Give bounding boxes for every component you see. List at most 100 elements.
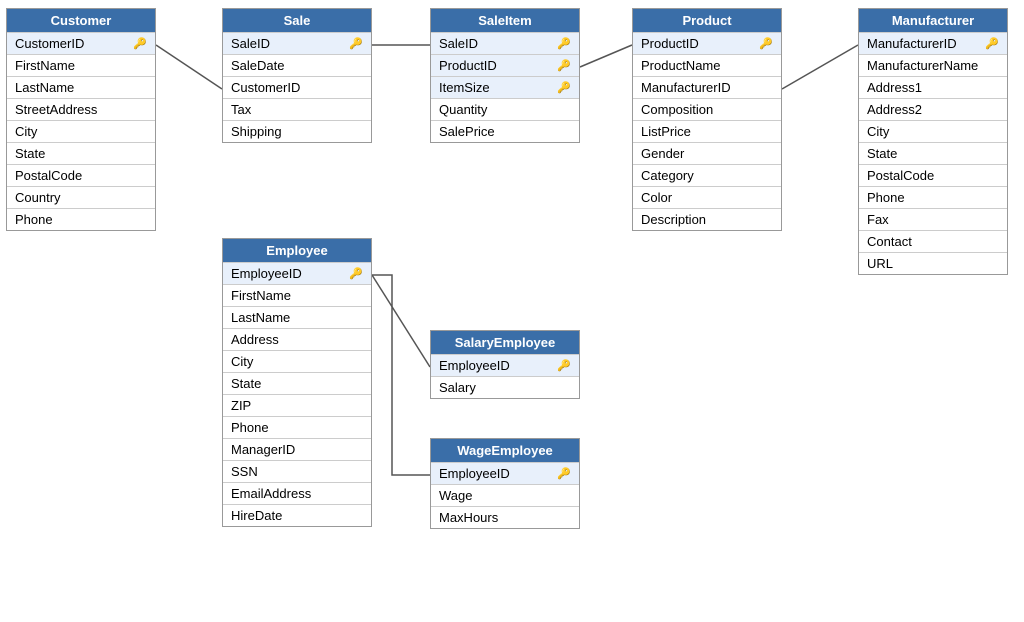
primary-key-icon: 🔑 [759, 37, 773, 50]
field-name: Phone [231, 420, 269, 435]
field-name: SSN [231, 464, 258, 479]
field-name: Color [641, 190, 672, 205]
table-salaryemployee: SalaryEmployee EmployeeID 🔑 Salary [430, 330, 580, 399]
field-name: PostalCode [867, 168, 934, 183]
field-row-country: Country [7, 186, 155, 208]
field-row-shipping: Shipping [223, 120, 371, 142]
table-customer: CustomerCustomerID🔑FirstNameLastNameStre… [6, 8, 156, 231]
field-row-saleid: SaleID 🔑 [223, 32, 371, 54]
field-row-color: Color [633, 186, 781, 208]
field-name: City [231, 354, 253, 369]
field-name: SaleID [439, 36, 478, 51]
field-name: Quantity [439, 102, 487, 117]
field-row-saleid: SaleID🔑 [431, 32, 579, 54]
field-row-manufacturername: ManufacturerName [859, 54, 1007, 76]
field-name: Address2 [867, 102, 922, 117]
field-row-customerid: CustomerID [223, 76, 371, 98]
field-name: State [231, 376, 261, 391]
primary-key-icon: 🔑 [349, 37, 363, 50]
field-row-zip: ZIP [223, 394, 371, 416]
field-row-hiredate: HireDate [223, 504, 371, 526]
field-name: Salary [439, 380, 476, 395]
primary-key-icon: 🔑 [557, 359, 571, 372]
table-header-wageemployee: WageEmployee [431, 439, 579, 462]
field-row-emailaddress: EmailAddress [223, 482, 371, 504]
field-row-employeeid: EmployeeID 🔑 [431, 354, 579, 376]
table-wageemployee: WageEmployeeEmployeeID🔑WageMaxHours [430, 438, 580, 529]
field-row-composition: Composition [633, 98, 781, 120]
field-name: ManufacturerName [867, 58, 978, 73]
field-name: StreetAddress [15, 102, 97, 117]
table-manufacturer: ManufacturerManufacturerID🔑ManufacturerN… [858, 8, 1008, 275]
field-row-contact: Contact [859, 230, 1007, 252]
field-name: URL [867, 256, 893, 271]
field-row-city: City [859, 120, 1007, 142]
field-row-streetaddress: StreetAddress [7, 98, 155, 120]
primary-key-icon: 🔑 [557, 467, 571, 480]
table-header-customer: Customer [7, 9, 155, 32]
field-row-description: Description [633, 208, 781, 230]
field-name: ProductID [439, 58, 497, 73]
table-header-saleitem: SaleItem [431, 9, 579, 32]
field-name: SalePrice [439, 124, 495, 139]
field-name: EmployeeID [439, 466, 510, 481]
field-row-manufacturerid: ManufacturerID 🔑 [859, 32, 1007, 54]
field-name: Gender [641, 146, 684, 161]
field-name: Country [15, 190, 61, 205]
field-name: FirstName [15, 58, 75, 73]
field-row-phone: Phone [223, 416, 371, 438]
field-name: Tax [231, 102, 251, 117]
field-name: Fax [867, 212, 889, 227]
field-name: FirstName [231, 288, 291, 303]
field-name: ZIP [231, 398, 251, 413]
field-row-city: City [223, 350, 371, 372]
field-name: ManufacturerID [641, 80, 731, 95]
field-name: ItemSize [439, 80, 490, 95]
field-name: ManagerID [231, 442, 295, 457]
field-row-quantity: Quantity [431, 98, 579, 120]
field-row-productid: ProductID🔑 [431, 54, 579, 76]
field-name: ListPrice [641, 124, 691, 139]
field-name: ProductID [641, 36, 699, 51]
field-row-managerid: ManagerID [223, 438, 371, 460]
table-product: ProductProductID🔑ProductNameManufacturer… [632, 8, 782, 231]
field-name: Wage [439, 488, 472, 503]
field-name: CustomerID [231, 80, 300, 95]
field-name: Category [641, 168, 694, 183]
field-row-ssn: SSN [223, 460, 371, 482]
field-row-lastname: LastName [7, 76, 155, 98]
field-name: State [867, 146, 897, 161]
table-header-sale: Sale [223, 9, 371, 32]
field-name: LastName [15, 80, 74, 95]
field-row-tax: Tax [223, 98, 371, 120]
field-row-state: State [223, 372, 371, 394]
field-row-manufacturerid: ManufacturerID [633, 76, 781, 98]
field-row-listprice: ListPrice [633, 120, 781, 142]
field-name: Address [231, 332, 279, 347]
field-name: City [867, 124, 889, 139]
field-name: SaleID [231, 36, 270, 51]
field-name: State [15, 146, 45, 161]
field-row-employeeid: EmployeeID🔑 [223, 262, 371, 284]
primary-key-icon: 🔑 [985, 37, 999, 50]
table-employee: EmployeeEmployeeID🔑FirstNameLastNameAddr… [222, 238, 372, 527]
field-row-state: State [859, 142, 1007, 164]
field-row-productid: ProductID 🔑 [633, 32, 781, 54]
field-row-phone: Phone [7, 208, 155, 230]
field-name: CustomerID [15, 36, 84, 51]
field-name: SaleDate [231, 58, 284, 73]
field-name: ManufacturerID [867, 36, 957, 51]
field-name: LastName [231, 310, 290, 325]
field-row-lastname: LastName [223, 306, 371, 328]
table-sale: Sale SaleID 🔑 SaleDate CustomerID Tax Shipping [222, 8, 372, 143]
field-name: EmployeeID [439, 358, 510, 373]
field-name: Shipping [231, 124, 282, 139]
field-name: City [15, 124, 37, 139]
field-row-postalcode: PostalCode [859, 164, 1007, 186]
field-name: HireDate [231, 508, 282, 523]
field-row-category: Category [633, 164, 781, 186]
field-row-productname: ProductName [633, 54, 781, 76]
field-row-address1: Address1 [859, 76, 1007, 98]
table-header-salaryemployee: SalaryEmployee [431, 331, 579, 354]
field-row-firstname: FirstName [223, 284, 371, 306]
